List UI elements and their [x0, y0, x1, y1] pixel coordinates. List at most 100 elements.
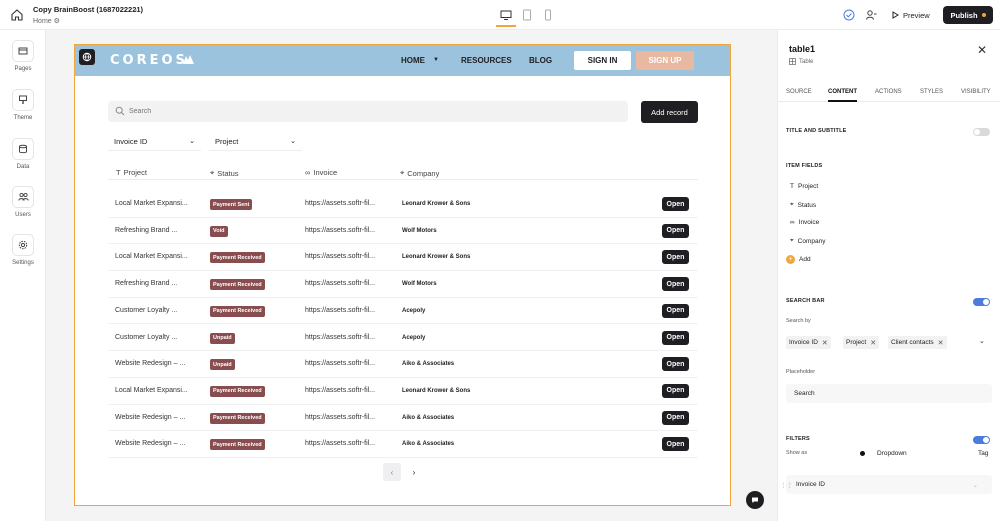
filter-invoice-id[interactable]: Invoice ID ⌄	[108, 133, 201, 151]
filter-item[interactable]: Invoice ID ⋮⋮ ⌄	[780, 475, 992, 494]
open-button[interactable]: Open	[662, 357, 689, 372]
placeholder-input[interactable]: Search	[786, 384, 992, 403]
prev-page-button[interactable]: ‹	[383, 463, 401, 481]
table-row[interactable]: Refreshing Brand ... Payment Received http…	[108, 271, 698, 298]
search-by-select[interactable]: Invoice ID ✕ Project ✕ Client contacts ✕ ⌄	[786, 334, 992, 351]
add-field-button[interactable]: + Add	[786, 255, 811, 264]
column-header-status[interactable]: ⌖ Status	[210, 168, 239, 178]
invoice-link[interactable]: https://assets.softr-fil...	[305, 414, 375, 421]
sign-in-button[interactable]: SIGN IN	[574, 51, 631, 70]
table-search[interactable]	[108, 101, 628, 122]
sign-up-button[interactable]: SIGN UP	[636, 51, 694, 70]
table-row[interactable]: Website Redesign – ... Unpaid https://asse…	[108, 351, 698, 378]
show-as-tag-radio[interactable]: Tag	[978, 450, 988, 457]
chevron-down-icon[interactable]: ⌄	[133, 5, 139, 13]
tab-visibility[interactable]: VISIBILITY	[961, 89, 991, 95]
invoice-link[interactable]: https://assets.softr-fil...	[305, 307, 375, 314]
invoice-link[interactable]: https://assets.softr-fil...	[305, 334, 375, 341]
table-row[interactable]: Local Market Expansi... Payment Sent https…	[108, 191, 698, 218]
table-row[interactable]: Local Market Expansi... Payment Received h…	[108, 378, 698, 405]
tag-icon: ⌖	[210, 168, 215, 177]
page-selector[interactable]: Home ⚙	[33, 17, 60, 25]
tag-icon: ⌖	[790, 201, 794, 208]
open-button[interactable]: Open	[662, 250, 689, 265]
home-icon[interactable]	[10, 8, 24, 22]
chip-label: Client contacts	[891, 339, 934, 346]
user-preview-icon[interactable]	[865, 9, 877, 21]
rail-label-settings: Settings	[12, 260, 34, 266]
open-button[interactable]: Open	[662, 303, 689, 318]
close-icon[interactable]: ✕	[870, 339, 876, 347]
table-row[interactable]: Customer Loyalty ... Unpaid https://assets…	[108, 325, 698, 352]
open-button[interactable]: Open	[662, 277, 689, 292]
rail-item-theme[interactable]: Theme	[0, 89, 46, 121]
filters-toggle[interactable]	[973, 436, 990, 444]
publish-button[interactable]: Publish	[943, 6, 993, 24]
table-row[interactable]: Website Redesign – ... Payment Received ht…	[108, 405, 698, 432]
chevron-down-icon[interactable]: ⌄	[979, 337, 985, 345]
column-header-invoice[interactable]: ∞ Invoice	[305, 168, 337, 177]
chevron-down-icon[interactable]: ⌄	[973, 481, 978, 489]
search-input[interactable]	[129, 104, 609, 119]
invoice-link[interactable]: https://assets.softr-fil...	[305, 440, 375, 447]
nav-home[interactable]: HOME	[401, 56, 425, 65]
site-header[interactable]: COREOS HOME ▼ RESOURCES BLOG SIGN IN SIG…	[75, 45, 730, 76]
desktop-view-icon[interactable]	[496, 8, 516, 27]
rail-item-settings[interactable]: Settings	[0, 234, 46, 266]
column-header-project[interactable]: T Project	[116, 168, 147, 177]
item-field-company[interactable]: ⌖ Company	[790, 237, 826, 245]
open-button[interactable]: Open	[662, 223, 689, 238]
show-as-label: Show as	[786, 450, 808, 456]
filter-project[interactable]: Project ⌄	[209, 133, 302, 151]
close-icon[interactable]: ✕	[977, 43, 987, 57]
tab-content[interactable]: CONTENT	[828, 89, 857, 102]
table-row[interactable]: Refreshing Brand ... Void https://assets.s…	[108, 218, 698, 245]
item-field-invoice[interactable]: ∞ Invoice	[790, 219, 819, 226]
search-bar-toggle[interactable]	[973, 298, 990, 306]
chat-icon[interactable]	[746, 491, 764, 509]
table-row[interactable]: Local Market Expansi... Payment Received h…	[108, 244, 698, 272]
item-field-status[interactable]: ⌖ Status	[790, 201, 816, 209]
tab-styles[interactable]: STYLES	[920, 89, 943, 95]
next-page-button[interactable]: ›	[405, 463, 423, 481]
item-field-project[interactable]: T Project	[790, 183, 818, 190]
add-record-button[interactable]: Add record	[641, 101, 698, 123]
invoice-link[interactable]: https://assets.softr-fil...	[305, 360, 375, 367]
title-subtitle-toggle[interactable]	[973, 128, 990, 136]
block-title[interactable]: table1	[789, 44, 815, 54]
preview-button[interactable]: Preview	[892, 7, 930, 23]
open-button[interactable]: Open	[662, 383, 689, 398]
rail-item-users[interactable]: Users	[0, 186, 46, 218]
chevron-down-icon[interactable]: ▼	[433, 57, 439, 63]
pages-icon	[12, 40, 34, 62]
open-button[interactable]: Open	[662, 197, 689, 211]
invoice-link[interactable]: https://assets.softr-fil...	[305, 280, 375, 287]
project-title[interactable]: Copy BrainBoost (1687022221)	[33, 5, 143, 14]
site-logo-text[interactable]: COREOS	[110, 53, 188, 68]
drag-handle-icon[interactable]: ⋮⋮	[780, 481, 793, 489]
rail-item-pages[interactable]: Pages	[0, 40, 46, 72]
page-canvas[interactable]: COREOS HOME ▼ RESOURCES BLOG SIGN IN SIG…	[74, 44, 731, 506]
open-button[interactable]: Open	[662, 330, 689, 345]
invoice-link[interactable]: https://assets.softr-fil...	[305, 227, 375, 234]
tab-actions[interactable]: ACTIONS	[875, 89, 902, 95]
invoice-link[interactable]: https://assets.softr-fil...	[305, 253, 375, 260]
table-row[interactable]: Customer Loyalty ... Payment Received http…	[108, 298, 698, 325]
invoice-link[interactable]: https://assets.softr-fil...	[305, 200, 375, 207]
table-icon	[789, 58, 796, 65]
rail-item-data[interactable]: Data	[0, 138, 46, 170]
nav-blog[interactable]: BLOG	[529, 56, 552, 65]
open-button[interactable]: Open	[662, 437, 689, 452]
tablet-view-icon[interactable]	[520, 8, 534, 22]
invoice-link[interactable]: https://assets.softr-fil...	[305, 387, 375, 394]
open-button[interactable]: Open	[662, 410, 689, 425]
tab-source[interactable]: SOURCE	[786, 89, 812, 95]
table-row[interactable]: Website Redesign – ... Payment Received ht…	[108, 431, 698, 458]
column-header-company[interactable]: ⌖ Company	[400, 168, 439, 178]
globe-icon[interactable]	[79, 49, 95, 65]
show-as-dropdown-radio[interactable]: Dropdown	[860, 450, 907, 457]
close-icon[interactable]: ✕	[938, 339, 944, 347]
nav-resources[interactable]: RESOURCES	[461, 56, 512, 65]
close-icon[interactable]: ✕	[822, 339, 828, 347]
mobile-view-icon[interactable]	[541, 8, 555, 22]
